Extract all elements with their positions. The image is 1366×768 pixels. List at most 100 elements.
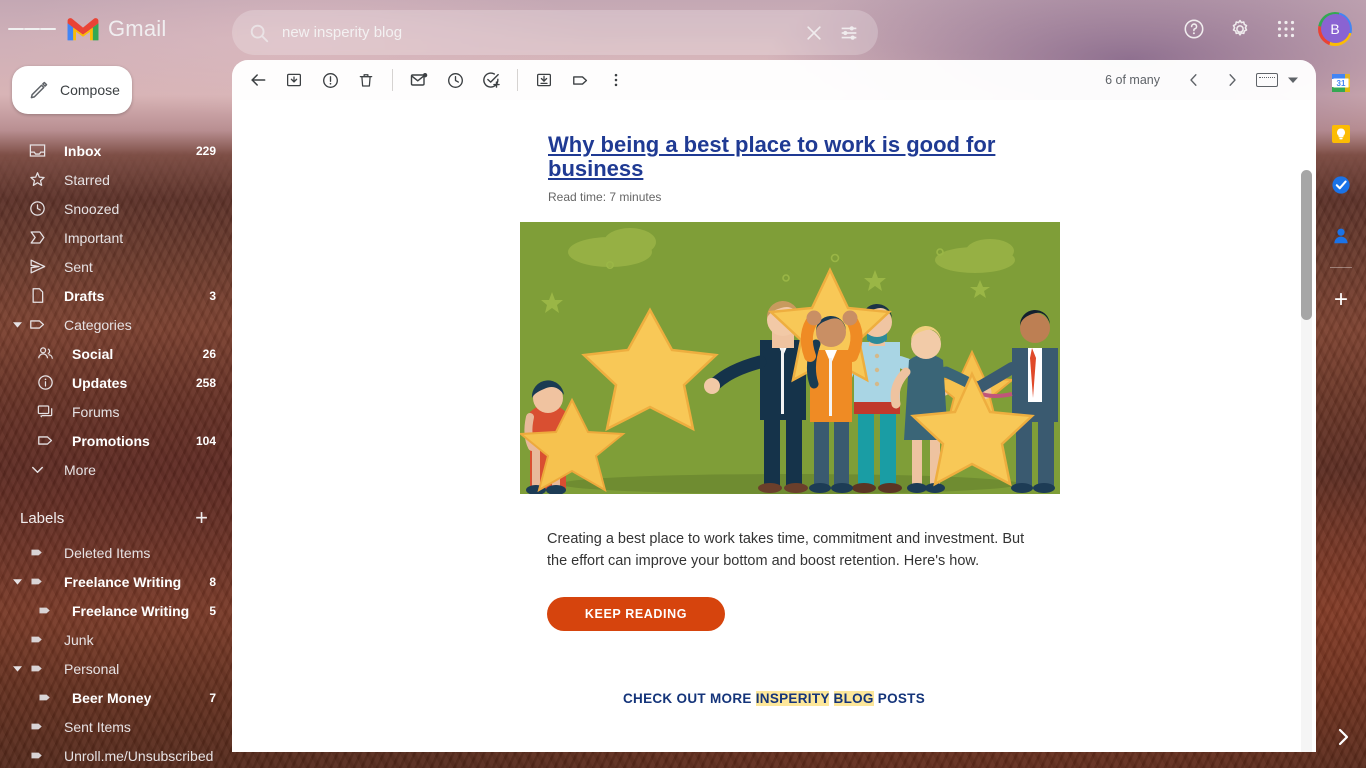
gmail-m-icon xyxy=(67,17,99,40)
rail-slot-keep[interactable] xyxy=(1316,108,1366,159)
input-tools-icon[interactable] xyxy=(1252,62,1282,98)
footer-suffix: POSTS xyxy=(873,691,926,706)
add-panel-icon[interactable]: + xyxy=(1334,287,1348,312)
archive-icon[interactable] xyxy=(276,62,312,98)
account-avatar[interactable]: B xyxy=(1318,11,1352,46)
sidebar-label-deleted-items[interactable]: Deleted Items xyxy=(0,538,230,567)
sidebar-item-label: Updates xyxy=(72,374,128,391)
sidebar-label-text: Personal xyxy=(64,660,120,677)
rail-slot-add[interactable]: + xyxy=(1316,274,1366,325)
sidebar-item-important[interactable]: Important xyxy=(0,223,230,252)
search-input[interactable] xyxy=(282,24,800,41)
top-header-bar: Gmail new insperity blog B xyxy=(0,0,1366,57)
keep-reading-button[interactable]: KEEP READING xyxy=(547,597,725,631)
add-label-icon[interactable]: + xyxy=(195,507,208,529)
back-to-inbox-icon[interactable] xyxy=(240,62,276,98)
email-scrollbar[interactable] xyxy=(1301,170,1312,752)
sidebar-item-count: 258 xyxy=(195,375,216,390)
snooze-clock-icon[interactable] xyxy=(437,62,473,98)
pagination-count: 6 of many xyxy=(1105,73,1160,87)
labels-header: Labels + xyxy=(0,498,230,538)
labels-title: Labels xyxy=(20,509,65,527)
sidebar-item-starred[interactable]: Starred xyxy=(0,165,230,194)
sidebar-item-social[interactable]: Social 26 xyxy=(0,339,230,368)
sidebar-item-drafts[interactable]: Drafts 3 xyxy=(0,281,230,310)
report-spam-icon[interactable] xyxy=(312,62,348,98)
rail-divider xyxy=(1330,267,1352,268)
rail-slot-tasks[interactable] xyxy=(1316,159,1366,210)
sidebar-label-text: Sent Items xyxy=(64,718,131,735)
sidebar-item-inbox[interactable]: Inbox 229 xyxy=(0,136,230,165)
mark-unread-icon[interactable] xyxy=(401,62,437,98)
star-icon xyxy=(26,169,48,191)
label-tag-icon xyxy=(26,658,48,680)
expand-caret-icon[interactable] xyxy=(10,577,24,586)
expand-caret-icon[interactable] xyxy=(10,664,24,673)
footer-prefix: CHECK OUT MORE xyxy=(622,691,756,706)
labels-tag-icon[interactable] xyxy=(562,62,598,98)
help-icon[interactable] xyxy=(1174,9,1214,49)
sidebar-label-text: Freelance Writing xyxy=(72,602,190,619)
search-icon xyxy=(250,24,269,42)
sidebar-labels: Deleted Items Freelance Writing 8 Freelance… xyxy=(0,538,230,768)
previous-email-icon[interactable] xyxy=(1176,62,1212,98)
scrollbar-thumb[interactable] xyxy=(1301,170,1312,320)
toolbar-right: 6 of many xyxy=(1105,62,1308,98)
email-content-body: Why being a best place to work is good f… xyxy=(232,100,1316,752)
sidebar-item-categories[interactable]: Categories xyxy=(0,310,230,339)
add-to-tasks-icon[interactable] xyxy=(473,62,509,98)
clear-search-icon[interactable] xyxy=(800,19,828,47)
sidebar-label-personal[interactable]: Personal xyxy=(0,654,230,683)
input-tools-dropdown-icon[interactable] xyxy=(1284,62,1302,98)
search-bar[interactable] xyxy=(232,10,878,55)
sidebar-item-count: 229 xyxy=(195,143,216,158)
footer-highlight-insperity: INSPERITY xyxy=(755,691,830,706)
main-menu-icon[interactable] xyxy=(8,5,56,53)
sidebar-item-forums[interactable]: Forums xyxy=(0,397,230,426)
rail-slot-calendar[interactable]: 31 xyxy=(1316,57,1366,108)
email-paragraph: Creating a best place to work takes time… xyxy=(547,531,1025,569)
left-sidebar: Compose Inbox 229 Starred Snoozed Important S… xyxy=(0,57,230,768)
move-to-icon[interactable] xyxy=(526,62,562,98)
tag-icon xyxy=(34,430,56,452)
sidebar-item-label: Snoozed xyxy=(64,200,120,217)
sidebar-item-label: Drafts xyxy=(64,287,105,304)
pencil-icon xyxy=(30,81,48,99)
sidebar-item-label: Starred xyxy=(64,171,110,188)
expand-panel-chevron-icon[interactable] xyxy=(1336,727,1350,752)
important-icon xyxy=(26,227,48,249)
google-apps-icon[interactable] xyxy=(1266,9,1306,49)
gmail-logo: Gmail xyxy=(64,15,166,43)
rail-slot-contacts[interactable] xyxy=(1316,210,1366,261)
compose-label: Compose xyxy=(60,82,120,98)
compose-button[interactable]: Compose xyxy=(12,66,132,114)
expand-caret-icon[interactable] xyxy=(10,320,24,329)
header-actions: B xyxy=(1174,0,1356,57)
sidebar-label-junk[interactable]: Junk xyxy=(0,625,230,654)
sidebar-item-more[interactable]: More xyxy=(0,455,230,484)
sidebar-item-promotions[interactable]: Promotions 104 xyxy=(0,426,230,455)
more-options-icon[interactable] xyxy=(598,62,634,98)
sidebar-item-label: Social xyxy=(72,345,114,362)
sidebar-item-label: Sent xyxy=(64,258,93,275)
delete-icon[interactable] xyxy=(348,62,384,98)
search-options-icon[interactable] xyxy=(834,18,864,48)
sidebar-item-count: 3 xyxy=(209,288,216,303)
sidebar-item-updates[interactable]: Updates 258 xyxy=(0,368,230,397)
sidebar-item-sent[interactable]: Sent xyxy=(0,252,230,281)
sidebar-label-freelance-writing[interactable]: Freelance Writing 8 xyxy=(0,567,230,596)
sidebar-label-unroll-me-unsubscribed[interactable]: Unroll.me/Unsubscribed xyxy=(0,741,230,768)
sidebar-item-label: Categories xyxy=(64,316,132,333)
sidebar-label-beer-money[interactable]: Beer Money 7 xyxy=(0,683,230,712)
toolbar-divider-2 xyxy=(517,69,518,91)
sidebar-label-sent-items[interactable]: Sent Items xyxy=(0,712,230,741)
sidebar-item-snoozed[interactable]: Snoozed xyxy=(0,194,230,223)
label-tag-icon xyxy=(34,600,56,622)
sidebar-label-text: Beer Money xyxy=(72,689,152,706)
next-email-icon[interactable] xyxy=(1214,62,1250,98)
sidebar-label-count: 7 xyxy=(209,690,216,705)
sidebar-label-freelance-writing[interactable]: Freelance Writing 5 xyxy=(0,596,230,625)
settings-gear-icon[interactable] xyxy=(1220,9,1260,49)
avatar-initial: B xyxy=(1320,14,1350,43)
email-headline-link[interactable]: Why being a best place to work is good f… xyxy=(548,133,1018,181)
